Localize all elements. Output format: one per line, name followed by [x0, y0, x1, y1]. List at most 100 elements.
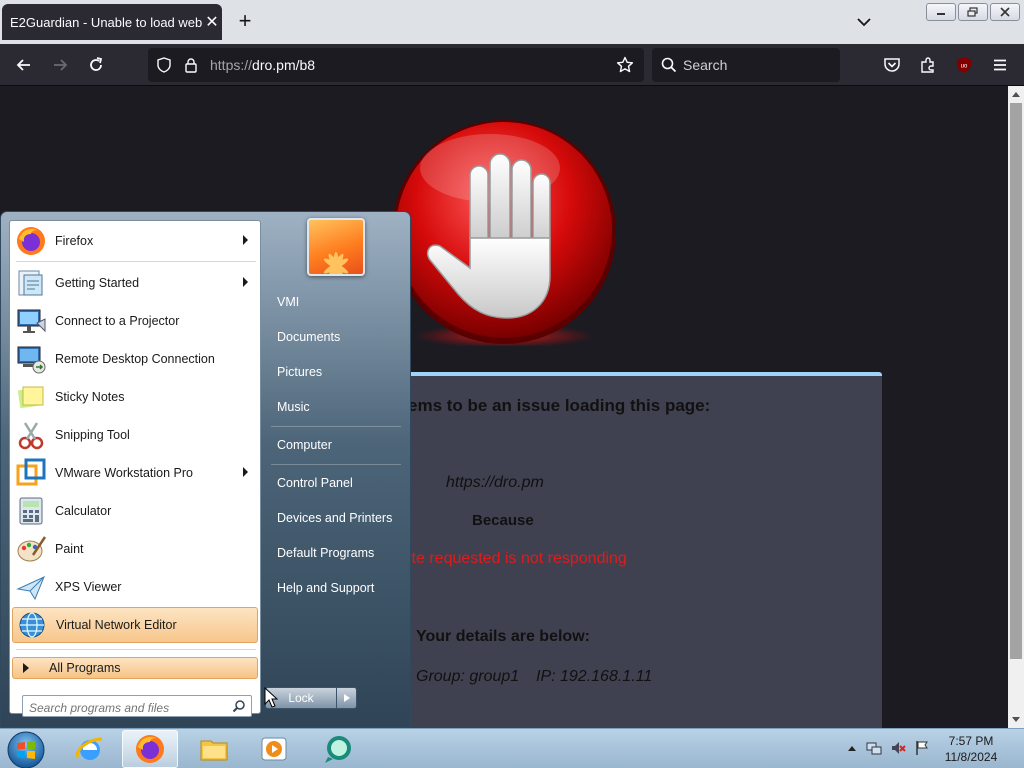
pocket-button[interactable]	[880, 53, 904, 77]
remote-desktop-icon	[17, 346, 46, 374]
program-connect-projector[interactable]: Connect to a Projector	[12, 303, 258, 339]
volume-muted-icon	[892, 742, 906, 754]
start-link-default-programs[interactable]: Default Programs	[269, 538, 401, 568]
start-search-input[interactable]	[22, 695, 252, 717]
user-picture[interactable]	[307, 218, 365, 276]
start-link-control-panel[interactable]: Control Panel	[269, 468, 401, 498]
program-snipping-tool[interactable]: Snipping Tool	[12, 417, 258, 453]
search-icon	[661, 57, 677, 73]
ublock-badge-text: uo	[961, 64, 968, 70]
program-label: Firefox	[55, 234, 94, 248]
tray-volume[interactable]	[890, 740, 906, 756]
magnifier-icon[interactable]	[232, 699, 246, 713]
lock-icon[interactable]	[184, 57, 198, 73]
scrollbar-thumb[interactable]	[1010, 103, 1022, 659]
program-label: XPS Viewer	[55, 580, 122, 594]
program-paint[interactable]: Paint	[12, 531, 258, 567]
program-remote-desktop[interactable]: Remote Desktop Connection	[12, 341, 258, 377]
tab-list-button[interactable]	[854, 12, 874, 32]
stop-hand-icon	[392, 120, 616, 346]
taskbar-explorer[interactable]	[186, 730, 242, 768]
restore-button[interactable]	[958, 3, 988, 21]
ublock-button[interactable]: uo	[952, 53, 976, 77]
tab-bar: E2Guardian - Unable to load website ✕ +	[0, 0, 1024, 44]
new-tab-button[interactable]: +	[234, 10, 256, 32]
url-scheme: https://	[210, 57, 253, 73]
all-programs-button[interactable]: All Programs	[12, 657, 258, 679]
program-firefox[interactable]: Firefox	[12, 223, 258, 259]
sticky-notes-icon	[17, 386, 44, 409]
ip-info: IP: 192.168.1.11	[536, 668, 653, 685]
back-button[interactable]	[12, 53, 36, 77]
flower-avatar-icon	[323, 252, 349, 274]
minimize-button[interactable]	[926, 3, 956, 21]
program-label: Getting Started	[55, 276, 140, 290]
program-xps-viewer[interactable]: XPS Viewer	[12, 569, 258, 605]
program-getting-started[interactable]: Getting Started	[12, 265, 258, 301]
star-bookmark-icon[interactable]	[616, 56, 634, 74]
taskbar-firefox[interactable]	[122, 730, 178, 768]
flag-icon	[916, 741, 928, 755]
program-calculator[interactable]: Calculator	[12, 493, 258, 529]
start-link-music[interactable]: Music	[269, 392, 401, 422]
network-icon	[866, 742, 882, 755]
program-label: Virtual Network Editor	[56, 618, 177, 632]
program-vmware[interactable]: VMware Workstation Pro	[12, 455, 258, 491]
tray-action-center[interactable]	[914, 740, 930, 756]
shield-icon[interactable]	[156, 57, 172, 73]
start-link-documents[interactable]: Documents	[269, 322, 401, 352]
reload-button[interactable]	[84, 53, 108, 77]
pocket-icon	[884, 58, 900, 72]
mouse-cursor-icon	[264, 687, 278, 708]
triangle-right-icon	[23, 663, 29, 673]
taskbar-internet-explorer[interactable]	[62, 730, 118, 768]
tray-network[interactable]	[866, 740, 882, 756]
clock-date: 11/8/2024	[944, 750, 998, 764]
vmware-icon	[16, 458, 46, 486]
taskbar-media-player[interactable]	[246, 730, 302, 768]
navigation-toolbar: https://dro.pm/b8 Search uo	[0, 44, 1024, 86]
extensions-button[interactable]	[916, 53, 940, 77]
shutdown-options-button[interactable]	[337, 687, 357, 709]
url-bar[interactable]: https://dro.pm/b8	[148, 48, 644, 82]
folder-icon	[200, 740, 228, 761]
menu-separator	[16, 261, 256, 262]
url-host: dro.pm/b8	[252, 57, 316, 73]
lock-label: Lock	[288, 691, 314, 705]
tab-close-icon[interactable]: ✕	[202, 12, 222, 32]
close-window-button[interactable]	[990, 3, 1020, 21]
show-hidden-icons-button[interactable]	[844, 740, 860, 756]
app-menu-button[interactable]	[988, 53, 1012, 77]
forward-button[interactable]	[48, 53, 72, 77]
start-link-pictures[interactable]: Pictures	[269, 357, 401, 387]
scroll-down-arrow[interactable]	[1008, 712, 1024, 728]
program-sticky-notes[interactable]: Sticky Notes	[12, 379, 258, 415]
start-link-help-support[interactable]: Help and Support	[269, 573, 401, 603]
system-clock[interactable]: 7:57 PM 11/8/2024	[936, 733, 1006, 765]
because-label: Because	[472, 512, 534, 529]
program-label: Paint	[55, 542, 84, 556]
calculator-icon	[19, 497, 43, 525]
reload-icon	[90, 57, 103, 71]
start-link-computer[interactable]: Computer	[269, 430, 401, 460]
chevron-down-icon	[857, 18, 871, 27]
start-link-vmi[interactable]: VMI	[269, 287, 401, 317]
program-virtual-network-editor[interactable]: Virtual Network Editor	[12, 607, 258, 643]
program-label: Snipping Tool	[55, 428, 130, 442]
search-bar[interactable]: Search	[652, 48, 840, 82]
group-info: Group: group1	[416, 668, 520, 685]
windows-start-orb-icon[interactable]	[6, 730, 46, 768]
taskbar-vpn-client[interactable]	[310, 730, 366, 768]
window-controls	[926, 3, 1020, 21]
start-link-devices-printers[interactable]: Devices and Printers	[269, 503, 401, 533]
restore-icon	[967, 7, 978, 17]
tab-e2guardian[interactable]: E2Guardian - Unable to load website ✕	[2, 4, 222, 40]
scroll-up-arrow[interactable]	[1008, 86, 1024, 102]
menu-separator	[16, 649, 256, 650]
menu-separator	[271, 426, 401, 427]
ublock-shield-icon: uo	[957, 57, 971, 73]
program-label: Calculator	[55, 504, 112, 518]
internet-explorer-icon	[75, 737, 103, 760]
search-placeholder: Search	[683, 57, 728, 73]
snipping-tool-icon	[18, 422, 44, 450]
